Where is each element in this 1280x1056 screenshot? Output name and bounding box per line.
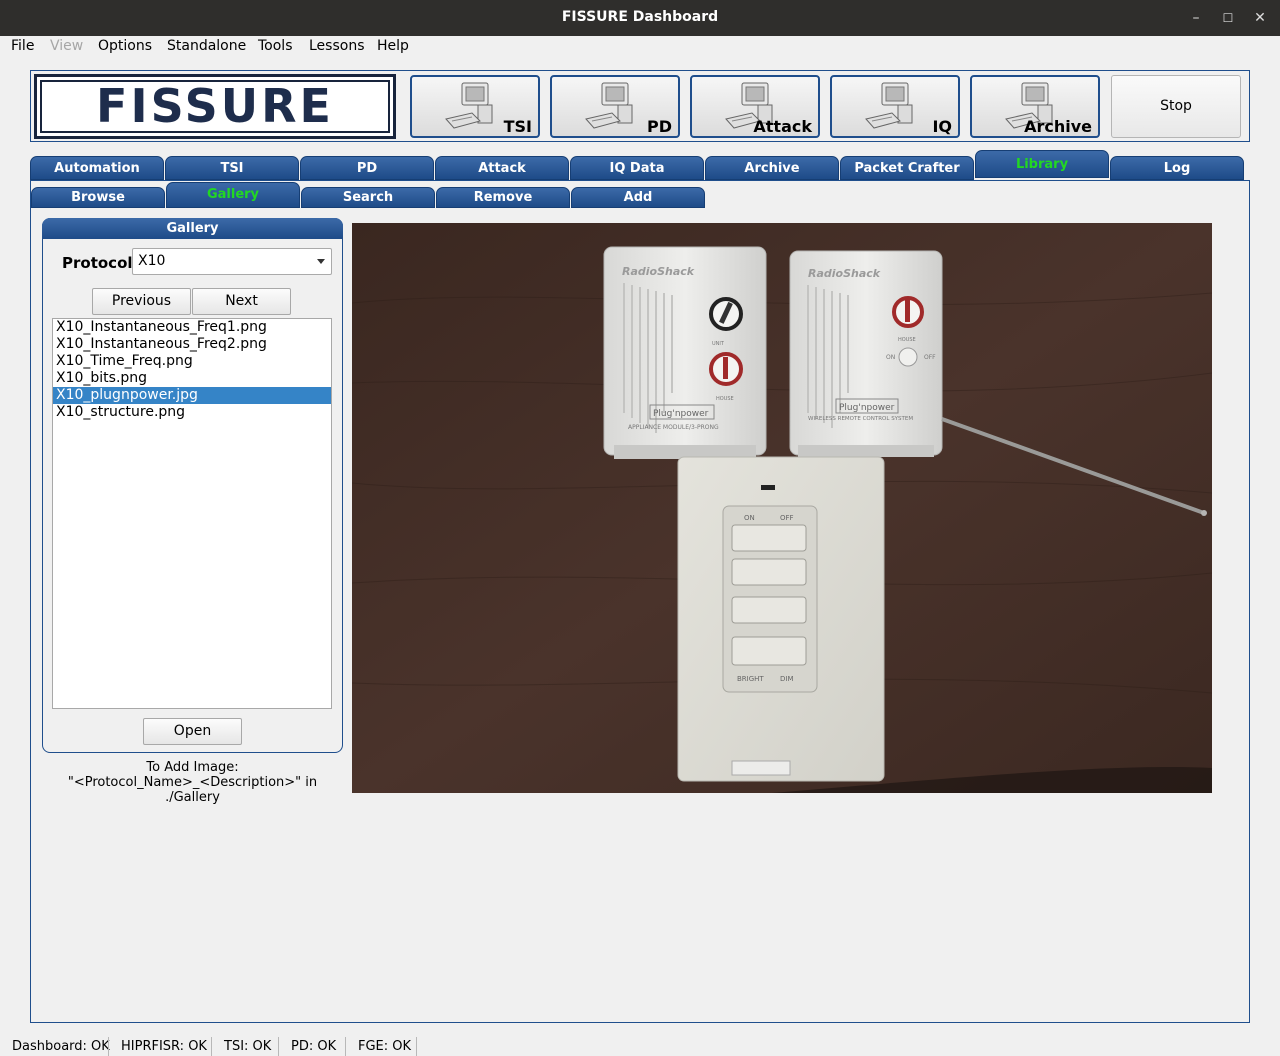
- iq-label: IQ: [932, 117, 952, 136]
- status-bar: Dashboard: OK HIPRFISR: OK TSI: OK PD: O…: [0, 1034, 1280, 1056]
- archive-label: Archive: [1024, 117, 1092, 136]
- close-icon[interactable]: ✕: [1250, 8, 1270, 28]
- subtab-browse[interactable]: Browse: [31, 187, 165, 208]
- maximize-icon[interactable]: ☐: [1218, 8, 1238, 28]
- add-image-note: To Add Image: "<Protocol_Name>_<Descript…: [42, 760, 343, 805]
- attack-label: Attack: [753, 117, 812, 136]
- status-divider: [108, 1037, 109, 1056]
- iq-button[interactable]: IQ: [830, 75, 960, 138]
- status-tsi: TSI: OK: [224, 1039, 272, 1054]
- title-bar: FISSURE Dashboard – ☐ ✕: [0, 0, 1280, 36]
- house-label-right: HOUSE: [898, 337, 916, 343]
- switch-off-label: OFF: [924, 354, 936, 361]
- status-dashboard: Dashboard: OK: [12, 1039, 110, 1054]
- file-list-item-selected[interactable]: X10_plugnpower.jpg: [53, 387, 331, 404]
- header-frame: FISSURE TSI PD Attack IQ Archive Stop: [30, 70, 1250, 142]
- status-divider: [211, 1037, 212, 1056]
- status-fge: FGE: OK: [358, 1039, 412, 1054]
- caption-left: APPLIANCE MODULE/3-PRONG: [628, 424, 719, 431]
- subtab-search[interactable]: Search: [301, 187, 435, 208]
- protocol-value: X10: [138, 253, 166, 269]
- remote-on-label: ON: [744, 514, 755, 522]
- archive-button[interactable]: Archive: [970, 75, 1100, 138]
- remote-off-label: OFF: [780, 514, 794, 522]
- add-image-note-line1: To Add Image:: [146, 760, 239, 775]
- brand-right: RadioShack: [808, 267, 881, 280]
- status-pd: PD: OK: [291, 1039, 337, 1054]
- next-button[interactable]: Next: [192, 288, 291, 315]
- subtab-gallery[interactable]: Gallery: [166, 182, 300, 208]
- logo-text: FISSURE: [96, 79, 334, 133]
- tab-archive[interactable]: Archive: [705, 156, 839, 180]
- status-divider: [416, 1037, 417, 1056]
- unit-label: UNIT: [712, 341, 725, 347]
- menu-tools[interactable]: Tools: [258, 38, 293, 54]
- file-list-item[interactable]: X10_structure.png: [53, 404, 331, 421]
- menu-bar: File View Options Standalone Tools Lesso…: [0, 36, 1280, 58]
- caption-right: WIRELESS REMOTE CONTROL SYSTEM: [808, 416, 913, 422]
- gallery-header: Gallery: [42, 218, 343, 239]
- status-divider: [278, 1037, 279, 1056]
- remote-bright-label: BRIGHT: [737, 675, 764, 683]
- menu-file[interactable]: File: [11, 38, 34, 54]
- window-title: FISSURE Dashboard: [561, 9, 719, 25]
- tab-packet-crafter[interactable]: Packet Crafter: [840, 156, 974, 180]
- add-image-note-line2: "<Protocol_Name>_<Description>" in ./Gal…: [67, 775, 318, 805]
- tab-library[interactable]: Library: [975, 150, 1109, 178]
- fissure-logo: FISSURE: [34, 74, 396, 139]
- file-list[interactable]: X10_Instantaneous_Freq1.png X10_Instanta…: [52, 318, 332, 709]
- minimize-icon[interactable]: –: [1186, 8, 1206, 28]
- previous-button[interactable]: Previous: [92, 288, 191, 315]
- switch-on-label: ON: [886, 354, 895, 361]
- file-list-item[interactable]: X10_Instantaneous_Freq1.png: [53, 319, 331, 336]
- file-list-item[interactable]: X10_Instantaneous_Freq2.png: [53, 336, 331, 353]
- tab-automation[interactable]: Automation: [30, 156, 164, 180]
- logo-left: Plug'npower: [653, 409, 709, 419]
- logo-right: Plug'npower: [839, 403, 895, 413]
- menu-help[interactable]: Help: [377, 38, 409, 54]
- file-list-item[interactable]: X10_bits.png: [53, 370, 331, 387]
- file-list-item[interactable]: X10_Time_Freq.png: [53, 353, 331, 370]
- attack-button[interactable]: Attack: [690, 75, 820, 138]
- brand-left: RadioShack: [622, 265, 695, 278]
- tab-iq-data[interactable]: IQ Data: [570, 156, 704, 180]
- pd-label: PD: [646, 117, 672, 136]
- protocol-select[interactable]: X10: [132, 248, 332, 275]
- protocol-label: Protocol:: [62, 254, 139, 272]
- menu-standalone[interactable]: Standalone: [167, 38, 246, 54]
- subtab-remove[interactable]: Remove: [436, 187, 570, 208]
- gallery-image: RadioShack UNIT HOUSE Plug'npower APPLIA…: [352, 223, 1212, 793]
- tab-attack[interactable]: Attack: [435, 156, 569, 180]
- tsi-button[interactable]: TSI: [410, 75, 540, 138]
- wall-remote: ON OFF BRIGHT DIM: [677, 456, 885, 782]
- house-label-left: HOUSE: [716, 396, 734, 402]
- stop-button[interactable]: Stop: [1111, 75, 1241, 138]
- computer-icon: [585, 82, 633, 129]
- tab-log[interactable]: Log: [1110, 156, 1244, 180]
- menu-options[interactable]: Options: [98, 38, 152, 54]
- status-hiprfisr: HIPRFISR: OK: [121, 1039, 207, 1054]
- gallery-panel: Gallery Protocol: X10 Previous Next X10_…: [42, 218, 343, 753]
- tab-tsi[interactable]: TSI: [165, 156, 299, 180]
- open-button[interactable]: Open: [143, 718, 242, 745]
- tsi-label: TSI: [503, 117, 532, 136]
- tab-pd[interactable]: PD: [300, 156, 434, 180]
- chevron-down-icon: [317, 259, 325, 264]
- pd-button[interactable]: PD: [550, 75, 680, 138]
- menu-view[interactable]: View: [50, 38, 83, 54]
- computer-icon: [865, 82, 913, 129]
- menu-lessons[interactable]: Lessons: [309, 38, 365, 54]
- remote-dim-label: DIM: [780, 675, 794, 683]
- subtab-add[interactable]: Add: [571, 187, 705, 208]
- appliance-module: RadioShack UNIT HOUSE Plug'npower APPLIA…: [603, 246, 767, 459]
- status-divider: [345, 1037, 346, 1056]
- computer-icon: [445, 82, 493, 129]
